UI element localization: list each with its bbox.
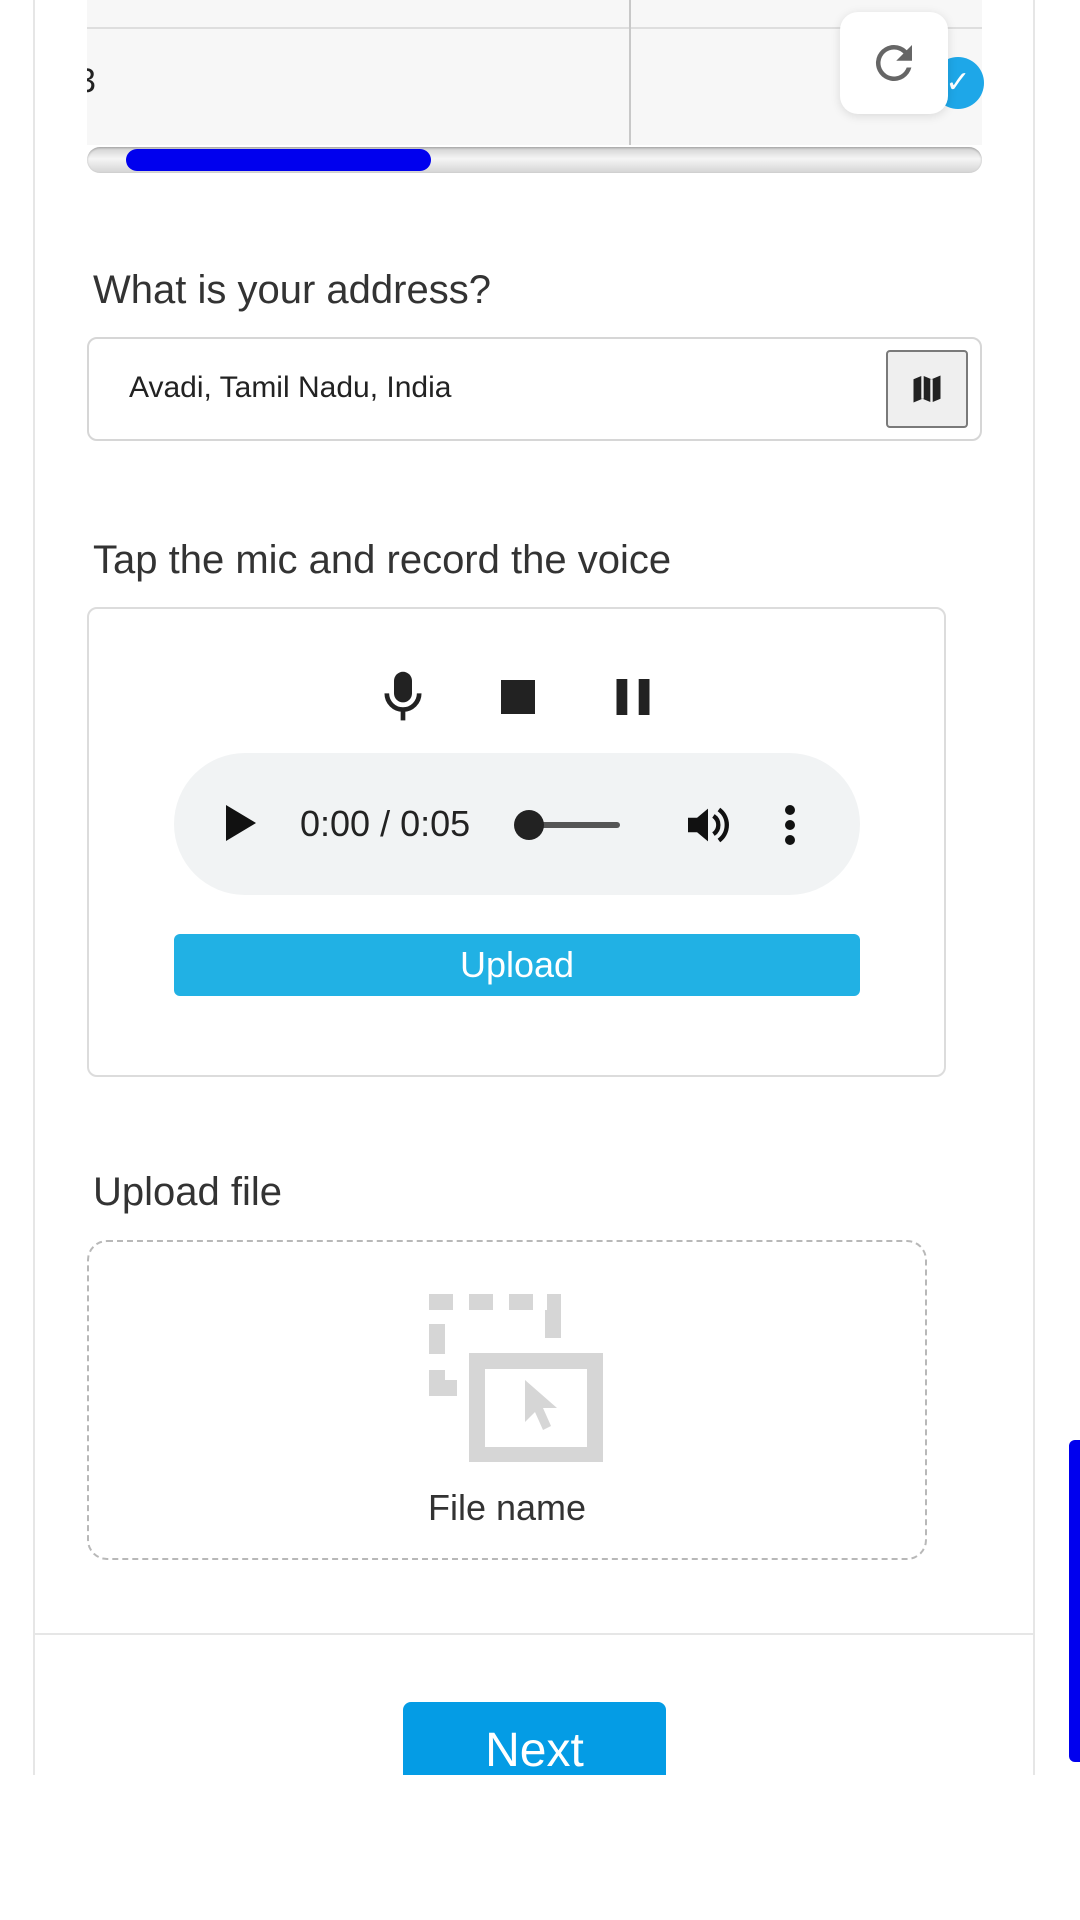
horizontal-scrollbar-thumb[interactable]	[126, 149, 431, 171]
stop-button[interactable]	[488, 667, 548, 727]
voice-recorder: 0:00 / 0:05 Upload	[87, 607, 946, 1077]
file-question-label: Upload file	[93, 1170, 283, 1214]
refresh-button[interactable]	[840, 12, 948, 114]
audio-time: 0:00 / 0:05	[300, 803, 471, 844]
record-button[interactable]	[373, 667, 433, 727]
stop-icon	[501, 680, 535, 714]
address-field[interactable]: Avadi, Tamil Nadu, India	[87, 337, 982, 441]
refresh-icon	[875, 44, 912, 81]
volume-button[interactable]	[686, 805, 730, 850]
more-vertical-icon	[785, 805, 795, 845]
address-value: Avadi, Tamil Nadu, India	[129, 371, 452, 404]
grid-cell: 3	[87, 62, 96, 101]
grid-column-divider	[629, 0, 631, 145]
more-options-button[interactable]	[784, 805, 796, 850]
file-name-label: File name	[427, 1487, 587, 1528]
play-button[interactable]	[226, 805, 256, 846]
microphone-icon	[384, 671, 422, 721]
survey-page: 3 ✓ What is your address? Avadi, Tamil N…	[0, 0, 1080, 1920]
play-icon	[226, 805, 256, 841]
audio-player: 0:00 / 0:05	[174, 753, 860, 895]
map-button[interactable]	[886, 350, 968, 428]
vertical-scrollbar-thumb[interactable]	[1069, 1440, 1080, 1762]
footer-divider	[33, 1633, 1035, 1635]
bottom-area	[0, 1775, 1080, 1920]
file-drop-icon	[429, 1294, 603, 1462]
voice-question-label: Tap the mic and record the voice	[93, 538, 672, 582]
map-icon	[913, 375, 941, 403]
pause-icon	[616, 679, 650, 715]
volume-icon	[688, 807, 729, 843]
file-drop-zone[interactable]: File name	[87, 1240, 927, 1560]
address-question-label: What is your address?	[93, 268, 491, 312]
audio-seek-handle[interactable]	[514, 810, 544, 840]
horizontal-scrollbar[interactable]	[87, 147, 982, 173]
upload-audio-button[interactable]: Upload	[174, 934, 860, 996]
pause-button[interactable]	[603, 667, 663, 727]
